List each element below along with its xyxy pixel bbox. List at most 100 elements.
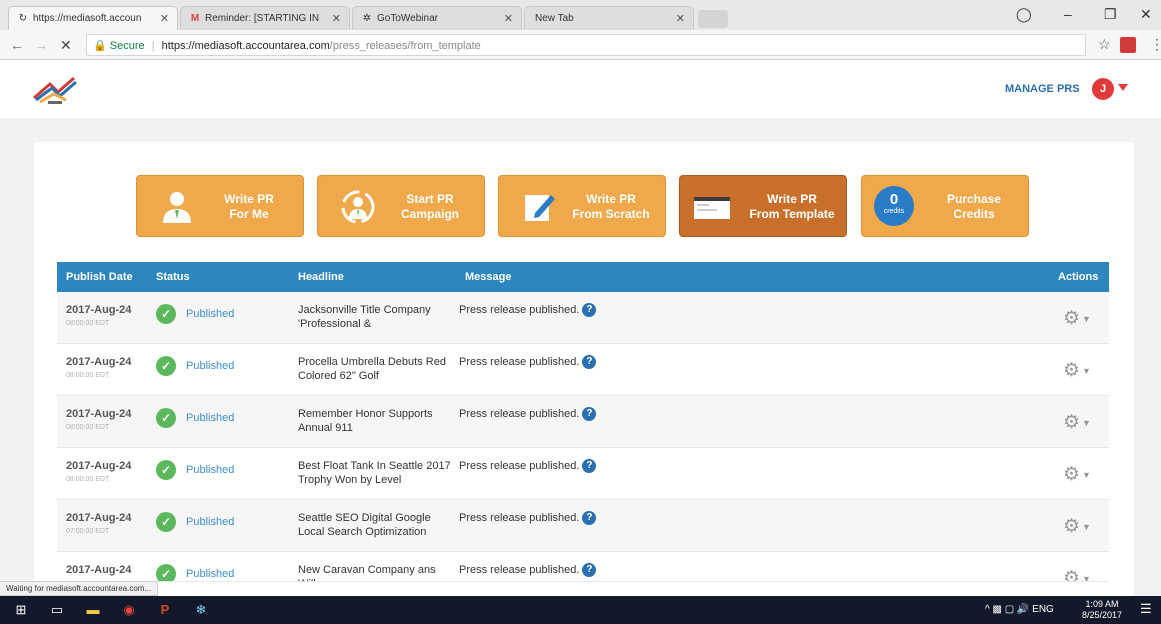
person-icon	[163, 192, 191, 223]
profile-icon[interactable]: ◯	[1016, 6, 1032, 23]
gear-icon[interactable]: ⚙ ▼	[1063, 411, 1091, 434]
publish-time: 08:00:00 EDT	[66, 424, 110, 431]
message-cell: Press release published.?	[459, 511, 597, 525]
help-icon[interactable]: ?	[582, 459, 597, 473]
caret-down-icon: ▼	[1082, 469, 1091, 480]
table-row: 2017-Aug-24 ✓ Published New Caravan Compa…	[57, 552, 1109, 582]
tab-label: https://mediasoft.accoun	[33, 13, 142, 24]
publish-time: 07:00:00 EDT	[66, 528, 110, 535]
close-tab-icon[interactable]: ✕	[160, 12, 169, 25]
help-icon[interactable]: ?	[582, 563, 597, 577]
column-headline[interactable]: Headline	[298, 271, 344, 283]
write-pr-from-scratch-button[interactable]: Write PR From Scratch	[498, 175, 666, 237]
publish-date: 2017-Aug-24	[66, 304, 132, 316]
help-icon[interactable]: ?	[582, 407, 597, 421]
help-icon[interactable]: ?	[582, 355, 597, 369]
url-host: https://mediasoft.accountarea.com	[161, 40, 330, 52]
language-indicator[interactable]: ENG	[1032, 604, 1054, 615]
headline-link[interactable]: Remember Honor Supports Annual 911	[298, 407, 453, 435]
lock-icon: 🔒	[93, 40, 107, 52]
check-icon: ✓	[156, 460, 176, 480]
help-icon[interactable]: ?	[582, 511, 597, 525]
button-label: Write PR From Scratch	[572, 192, 650, 221]
status-badge: Published	[186, 568, 235, 580]
back-icon[interactable]: ←	[10, 37, 24, 53]
check-icon: ✓	[156, 564, 176, 581]
gear-icon[interactable]: ⚙ ▼	[1063, 307, 1091, 330]
stop-icon[interactable]: ✕	[60, 37, 72, 54]
close-tab-icon[interactable]: ✕	[504, 12, 513, 25]
reload-icon: ↻	[18, 13, 28, 24]
extension-icon[interactable]	[1120, 37, 1136, 53]
check-icon: ✓	[156, 304, 176, 324]
close-tab-icon[interactable]: ✕	[676, 12, 685, 25]
table-row: 2017-Aug-24 08:00:00 EDT ✓ Published Best…	[57, 448, 1109, 500]
headline-link[interactable]: New Caravan Company ans Will	[298, 563, 453, 581]
headline-link[interactable]: Jacksonville Title Company 'Professional…	[298, 303, 453, 331]
gear-icon[interactable]: ⚙ ▼	[1063, 463, 1091, 486]
caret-down-icon[interactable]	[1118, 84, 1128, 91]
headline-link[interactable]: Best Float Tank In Seattle 2017 Trophy W…	[298, 459, 453, 487]
gmail-icon: M	[190, 13, 200, 24]
user-avatar[interactable]: J	[1092, 78, 1114, 100]
minimize-icon[interactable]: –	[1064, 6, 1072, 22]
message-cell: Press release published.?	[459, 459, 597, 473]
restore-icon[interactable]: ❐	[1104, 6, 1117, 23]
gear-icon[interactable]: ⚙ ▼	[1063, 567, 1091, 582]
task-view-icon[interactable]: ▭	[48, 601, 66, 619]
publish-date: 2017-Aug-24	[66, 408, 132, 420]
file-explorer-icon[interactable]: ▬	[84, 601, 102, 619]
webinar-icon: ✲	[362, 13, 372, 24]
column-status[interactable]: Status	[156, 271, 190, 283]
button-label: Write PR From Template	[749, 192, 835, 221]
tab-reminder[interactable]: M Reminder: [STARTING IN ✕	[180, 6, 350, 30]
browser-tab-strip: ↻ https://mediasoft.accoun ✕ M Reminder:…	[0, 0, 1161, 30]
browser-menu-icon[interactable]: ⋮	[1150, 36, 1161, 53]
tab-gotowebinar[interactable]: ✲ GoToWebinar ✕	[352, 6, 522, 30]
caret-down-icon: ▼	[1082, 573, 1091, 582]
new-tab-button[interactable]	[698, 10, 728, 28]
person-cycle-icon	[341, 190, 375, 224]
site-header: MANAGE PRS J	[0, 60, 1161, 118]
message-cell: Press release published.?	[459, 303, 597, 317]
publish-date: 2017-Aug-24	[66, 356, 132, 368]
column-message: Message	[465, 271, 512, 283]
write-pr-for-me-button[interactable]: Write PR For Me	[136, 175, 304, 237]
message-cell: Press release published.?	[459, 355, 597, 369]
status-badge: Published	[186, 516, 235, 528]
forward-icon[interactable]: →	[34, 37, 48, 53]
gear-icon[interactable]: ⚙ ▼	[1063, 515, 1091, 538]
system-tray[interactable]: ^ ▩ ▢ 🔊 ENG	[985, 604, 1054, 615]
windows-start-icon[interactable]: ⊞	[12, 601, 30, 619]
close-tab-icon[interactable]: ✕	[332, 12, 341, 25]
site-logo[interactable]	[30, 72, 80, 106]
message-cell: Press release published.?	[459, 407, 597, 421]
write-pr-from-template-button[interactable]: Write PR From Template	[679, 175, 847, 237]
headline-link[interactable]: Procella Umbrella Debuts Red Colored 62"…	[298, 355, 453, 383]
system-clock[interactable]: 1:09 AM 8/25/2017	[1073, 599, 1131, 621]
powerpoint-icon[interactable]: P	[156, 601, 174, 619]
start-pr-campaign-button[interactable]: Start PR Campaign	[317, 175, 485, 237]
chrome-icon[interactable]: ◉	[120, 601, 138, 619]
caret-down-icon: ▼	[1082, 521, 1091, 532]
credits-badge: 0 credits	[874, 186, 914, 226]
manage-prs-link[interactable]: MANAGE PRS	[1005, 83, 1080, 95]
gear-icon[interactable]: ⚙ ▼	[1063, 359, 1091, 382]
snowflake-app-icon[interactable]: ❄	[192, 601, 210, 619]
check-icon: ✓	[156, 356, 176, 376]
template-icon	[694, 197, 730, 219]
purchase-credits-button[interactable]: 0 credits Purchase Credits	[861, 175, 1029, 237]
credits-count: 0	[889, 191, 899, 208]
headline-link[interactable]: Seattle SEO Digital Google Local Search …	[298, 511, 453, 539]
column-publish-date[interactable]: Publish Date	[66, 271, 133, 283]
windows-taskbar: ⊞ ▭ ▬ ◉ P ❄ ^ ▩ ▢ 🔊 ENG 1:09 AM 8/25/201…	[0, 596, 1161, 624]
url-input[interactable]: 🔒 Secure | https://mediasoft.accountarea…	[86, 34, 1086, 56]
help-icon[interactable]: ?	[582, 303, 597, 317]
edit-document-icon	[525, 195, 555, 221]
close-window-icon[interactable]: ✕	[1140, 6, 1152, 23]
tab-mediasoft[interactable]: ↻ https://mediasoft.accoun ✕	[8, 6, 178, 30]
bookmark-star-icon[interactable]: ☆	[1098, 36, 1111, 53]
tab-new-tab[interactable]: New Tab ✕	[524, 6, 694, 30]
notifications-icon[interactable]: ☰	[1140, 601, 1152, 617]
table-header: Publish Date Status Headline Message Act…	[57, 262, 1109, 292]
